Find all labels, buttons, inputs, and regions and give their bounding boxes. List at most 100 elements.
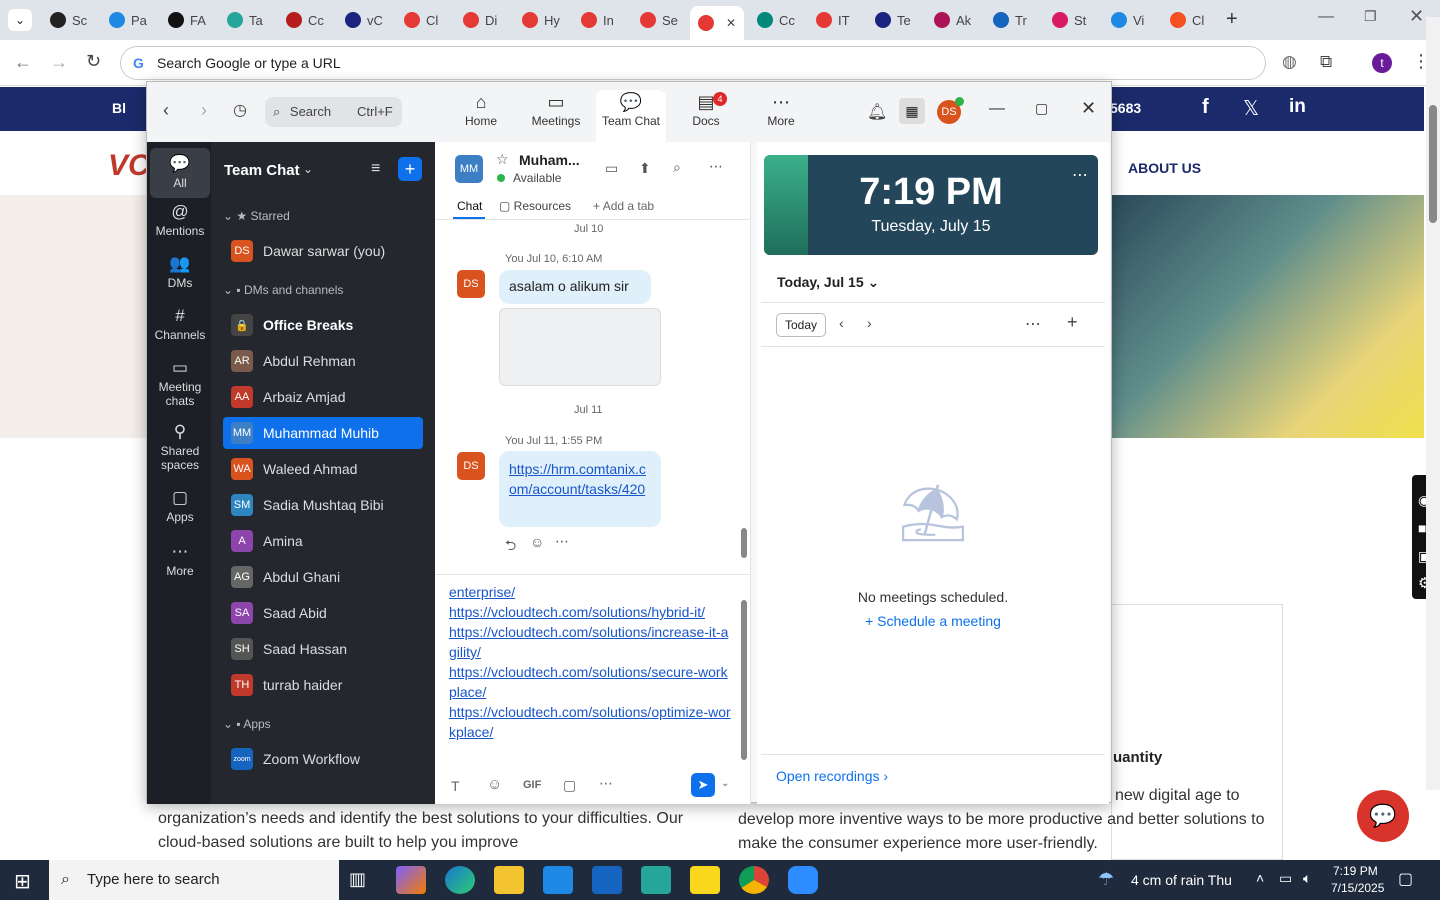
- browser-tab[interactable]: IT: [808, 6, 866, 34]
- rail-item-apps[interactable]: ▢ Apps: [150, 488, 210, 524]
- tab-resources[interactable]: ▢ Resources: [499, 199, 571, 213]
- browser-tab[interactable]: Hy: [514, 6, 572, 34]
- search-box[interactable]: ⌕ Search Ctrl+F: [265, 97, 402, 127]
- nav-meetings[interactable]: ▭ Meetings: [521, 90, 591, 140]
- send-button[interactable]: ➤: [691, 773, 715, 797]
- sidebar-item[interactable]: DS Dawar sarwar (you): [223, 235, 423, 267]
- sidebar-item[interactable]: AG Abdul Ghani: [223, 561, 423, 593]
- sidebar-item[interactable]: AA Arbaiz Amjad: [223, 381, 423, 413]
- x-icon[interactable]: 𝕏: [1243, 96, 1259, 121]
- tab-add[interactable]: + Add a tab: [593, 199, 654, 213]
- nav-home[interactable]: ⌂ Home: [446, 90, 516, 140]
- more-icon[interactable]: ⋯: [555, 533, 569, 550]
- back-icon[interactable]: ←: [14, 52, 32, 73]
- store-icon[interactable]: [543, 866, 573, 894]
- zoom-icon[interactable]: [788, 866, 818, 894]
- sidebar-item[interactable]: AR Abdul Rehman: [223, 345, 423, 377]
- nav-team-chat[interactable]: 💬 Team Chat: [596, 90, 666, 142]
- section-apps[interactable]: ⌄ ▪ Apps: [223, 717, 271, 731]
- omnibox[interactable]: G Search Google or type a URL: [120, 46, 1266, 80]
- share-icon[interactable]: ⬆: [639, 160, 651, 177]
- section-dms[interactable]: ⌄ ▪ DMs and channels: [223, 283, 343, 297]
- new-tab-button[interactable]: +: [1226, 8, 1238, 31]
- sidebar-item[interactable]: A Amina: [223, 525, 423, 557]
- sidebar-item[interactable]: MM Muhammad Muhib: [223, 417, 423, 449]
- sidebar-item[interactable]: SH Saad Hassan: [223, 633, 423, 665]
- site-logo[interactable]: VC: [108, 149, 150, 183]
- compose-link-line[interactable]: https://vcloudtech.com/solutions/hybrid-…: [449, 602, 731, 622]
- sidebar-title[interactable]: Team Chat: [224, 162, 300, 179]
- browser-tab[interactable]: Te: [867, 6, 925, 34]
- compose-link-line[interactable]: https://vcloudtech.com/solutions/increas…: [449, 622, 731, 662]
- sidebar-item[interactable]: zoom Zoom Workflow: [223, 743, 423, 775]
- extensions-icon[interactable]: ⧉: [1320, 52, 1332, 72]
- more-icon[interactable]: ⋯: [599, 775, 613, 792]
- filter-icon[interactable]: ≡: [371, 160, 380, 178]
- section-starred[interactable]: ⌄ ★ Starred: [223, 209, 290, 223]
- browser-tab[interactable]: St: [1044, 6, 1102, 34]
- browser-tab[interactable]: Vi: [1103, 6, 1161, 34]
- today-header[interactable]: Today, Jul 15 ⌄: [777, 274, 879, 291]
- browser-tab[interactable]: In: [573, 6, 631, 34]
- weather-text[interactable]: 4 cm of rain Thu: [1131, 872, 1232, 888]
- task-view-icon[interactable]: ▥: [349, 869, 366, 890]
- close-tab-icon[interactable]: ✕: [726, 16, 736, 30]
- compose-link-line[interactable]: https://vcloudtech.com/solutions/optimiz…: [449, 702, 731, 742]
- volume-icon[interactable]: 🔈︎: [1303, 870, 1311, 887]
- globe-icon[interactable]: ◍: [1282, 52, 1297, 72]
- linkedin-icon[interactable]: in: [1289, 96, 1306, 118]
- prev-day-button[interactable]: ‹: [839, 315, 844, 331]
- browser-tab[interactable]: Cl: [396, 6, 454, 34]
- nav-more[interactable]: ⋯ More: [746, 90, 816, 140]
- browser-tab[interactable]: Cc: [749, 6, 807, 34]
- file-icon[interactable]: ▢: [563, 777, 576, 794]
- rail-item-channels[interactable]: # Channels: [150, 306, 210, 342]
- compose-link-line[interactable]: enterprise/: [449, 582, 731, 602]
- bell-icon[interactable]: 🔔︎: [867, 102, 887, 122]
- compose-link-line[interactable]: https://vcloudtech.com/solutions/secure-…: [449, 662, 731, 702]
- compose-box[interactable]: enterprise/https://vcloudtech.com/soluti…: [449, 582, 731, 764]
- gif-icon[interactable]: GIF: [523, 779, 541, 791]
- copilot-icon[interactable]: [396, 866, 426, 894]
- more-icon[interactable]: ⋯: [709, 158, 723, 175]
- history-icon[interactable]: ◷: [233, 100, 247, 120]
- chat-scrollbar[interactable]: [741, 528, 747, 558]
- more-icon[interactable]: ⋯: [1025, 314, 1041, 334]
- nav-docs[interactable]: ▤ Docs 4: [671, 90, 741, 140]
- chat-support-button[interactable]: 💬: [1357, 790, 1409, 842]
- browser-tab[interactable]: Ta: [219, 6, 277, 34]
- search-icon[interactable]: ⌕: [673, 159, 681, 176]
- emoji-icon[interactable]: ☺: [487, 776, 502, 793]
- message-bubble[interactable]: asalam o alikum sir: [499, 270, 651, 304]
- mail-icon[interactable]: [592, 866, 622, 894]
- video-icon[interactable]: ▭: [605, 160, 618, 177]
- minimize-button[interactable]: —: [989, 100, 1005, 118]
- emoji-icon[interactable]: ☺: [530, 534, 544, 550]
- notifications-icon[interactable]: ▢: [1398, 869, 1413, 889]
- open-recordings-link[interactable]: Open recordings ›: [776, 768, 888, 784]
- reload-icon[interactable]: ↻: [86, 51, 101, 72]
- close-window-button[interactable]: ✕: [1409, 6, 1424, 27]
- windows-start-icon[interactable]: ⊞: [14, 869, 31, 894]
- rail-item-more[interactable]: ⋯ More: [150, 542, 210, 578]
- browser-tab[interactable]: ✕: [690, 6, 744, 40]
- sidebar-item[interactable]: WA Waleed Ahmad: [223, 453, 423, 485]
- rail-item-dms[interactable]: 👥 DMs: [150, 254, 210, 290]
- clock-time[interactable]: 7:19 PM: [1333, 864, 1378, 878]
- chrome-icon[interactable]: [739, 866, 769, 894]
- clock-date[interactable]: 7/15/2025: [1331, 881, 1384, 895]
- app-icon[interactable]: [641, 866, 671, 894]
- sidebar-item[interactable]: SA Saad Abid: [223, 597, 423, 629]
- schedule-meeting-link[interactable]: + Schedule a meeting: [757, 613, 1109, 629]
- image-attachment[interactable]: [499, 308, 661, 386]
- new-chat-button[interactable]: +: [398, 157, 422, 181]
- contact-name[interactable]: Muham...: [519, 152, 580, 168]
- rail-item-all[interactable]: 💬 All: [150, 148, 210, 198]
- star-icon[interactable]: ☆: [496, 151, 509, 168]
- browser-tab[interactable]: Tr: [985, 6, 1043, 34]
- chevron-down-icon[interactable]: ⌄: [721, 778, 729, 789]
- browser-tab[interactable]: Cl: [1162, 6, 1220, 34]
- sidebar-item[interactable]: SM Sadia Mushtaq Bibi: [223, 489, 423, 521]
- network-icon[interactable]: ▭: [1279, 870, 1292, 887]
- profile-avatar[interactable]: t: [1372, 53, 1392, 73]
